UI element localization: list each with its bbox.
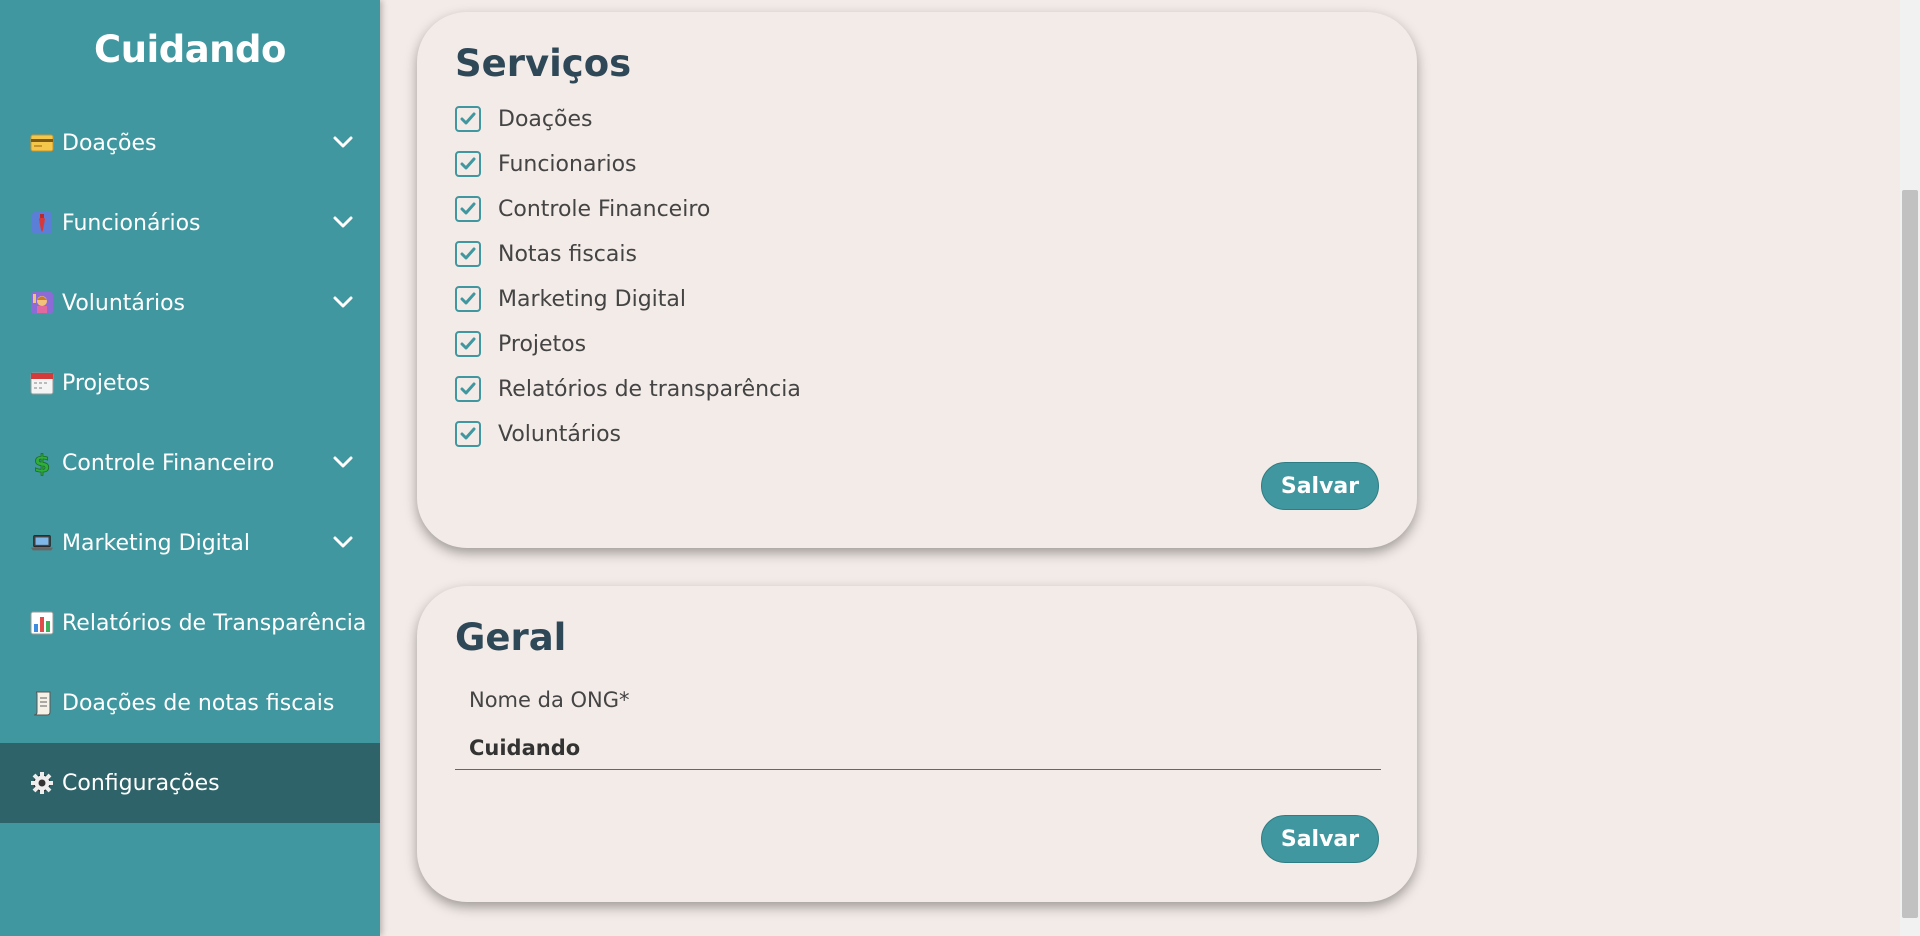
check-icon bbox=[460, 382, 476, 395]
general-card: Geral Nome da ONG* Salvar bbox=[417, 586, 1417, 902]
credit-card-icon bbox=[30, 131, 54, 155]
chevron-down-icon[interactable] bbox=[332, 531, 354, 553]
sidebar-item-label: Voluntários bbox=[62, 290, 185, 316]
services-card: Serviços Doações Funcionarios Controle F… bbox=[417, 12, 1417, 548]
check-icon bbox=[460, 112, 476, 125]
sidebar-item-label: Projetos bbox=[62, 370, 151, 396]
sidebar-item-label: Doações bbox=[62, 130, 157, 156]
scrollbar-thumb[interactable] bbox=[1902, 190, 1918, 918]
sidebar-item-doacoes-notas-fiscais[interactable]: Doações de notas fiscais bbox=[0, 663, 380, 743]
sidebar-item-label: Configurações bbox=[62, 770, 220, 796]
calendar-icon bbox=[30, 371, 54, 395]
general-title: Geral bbox=[455, 616, 567, 659]
check-icon bbox=[460, 427, 476, 440]
checkbox[interactable] bbox=[455, 241, 481, 267]
service-label: Notas fiscais bbox=[498, 241, 637, 267]
checkbox[interactable] bbox=[455, 376, 481, 402]
save-general-button[interactable]: Salvar bbox=[1261, 815, 1379, 863]
service-label: Funcionarios bbox=[498, 151, 637, 177]
sidebar-item-configuracoes[interactable]: Configurações bbox=[0, 743, 380, 823]
scrollbar[interactable] bbox=[1900, 0, 1920, 936]
sidebar-item-label: Controle Financeiro bbox=[62, 450, 275, 476]
svg-text:$: $ bbox=[34, 450, 51, 476]
checkbox[interactable] bbox=[455, 151, 481, 177]
sidebar-item-voluntarios[interactable]: Voluntários bbox=[0, 263, 380, 343]
service-label: Doações bbox=[498, 106, 593, 132]
service-label: Voluntários bbox=[498, 421, 621, 447]
service-checkbox-projetos[interactable]: Projetos bbox=[455, 328, 586, 360]
service-checkbox-marketing-digital[interactable]: Marketing Digital bbox=[455, 283, 686, 315]
check-icon bbox=[460, 337, 476, 350]
sidebar: Cuidando Doações Funcionários Voluntário… bbox=[0, 0, 380, 936]
service-checkbox-relatorios[interactable]: Relatórios de transparência bbox=[455, 373, 801, 405]
raising-hand-person-icon bbox=[30, 291, 54, 315]
checkbox[interactable] bbox=[455, 286, 481, 312]
dollar-sign-icon: $ bbox=[30, 450, 54, 476]
check-icon bbox=[460, 202, 476, 215]
necktie-icon bbox=[30, 211, 54, 235]
sidebar-item-doacoes[interactable]: Doações bbox=[0, 103, 380, 183]
sidebar-item-marketing-digital[interactable]: Marketing Digital bbox=[0, 503, 380, 583]
check-icon bbox=[460, 157, 476, 170]
chevron-down-icon[interactable] bbox=[332, 211, 354, 233]
check-icon bbox=[460, 247, 476, 260]
service-checkbox-funcionarios[interactable]: Funcionarios bbox=[455, 148, 637, 180]
services-title: Serviços bbox=[455, 42, 632, 85]
service-checkbox-controle-financeiro[interactable]: Controle Financeiro bbox=[455, 193, 710, 225]
sidebar-item-relatorios[interactable]: Relatórios de Transparência bbox=[0, 583, 380, 663]
check-icon bbox=[460, 292, 476, 305]
checkbox[interactable] bbox=[455, 331, 481, 357]
sidebar-item-controle-financeiro[interactable]: $ Controle Financeiro bbox=[0, 423, 380, 503]
service-label: Projetos bbox=[498, 331, 587, 357]
checkbox[interactable] bbox=[455, 196, 481, 222]
ong-name-input[interactable] bbox=[455, 726, 1381, 770]
save-services-button[interactable]: Salvar bbox=[1261, 462, 1379, 510]
brand-title: Cuidando bbox=[94, 28, 286, 71]
sidebar-item-label: Doações de notas fiscais bbox=[62, 690, 335, 716]
ong-name-label: Nome da ONG* bbox=[469, 688, 630, 712]
receipt-scroll-icon bbox=[30, 691, 54, 716]
service-checkbox-notas-fiscais[interactable]: Notas fiscais bbox=[455, 238, 637, 270]
chevron-down-icon[interactable] bbox=[332, 131, 354, 153]
sidebar-item-label: Marketing Digital bbox=[62, 530, 250, 556]
service-label: Relatórios de transparência bbox=[498, 376, 801, 402]
checkbox[interactable] bbox=[455, 421, 481, 447]
sidebar-item-label: Relatórios de Transparência bbox=[62, 610, 367, 636]
sidebar-item-projetos[interactable]: Projetos bbox=[0, 343, 380, 423]
service-label: Controle Financeiro bbox=[498, 196, 711, 222]
chevron-down-icon[interactable] bbox=[332, 451, 354, 473]
service-checkbox-doacoes[interactable]: Doações bbox=[455, 103, 592, 135]
sidebar-item-label: Funcionários bbox=[62, 210, 201, 236]
checkbox[interactable] bbox=[455, 106, 481, 132]
sidebar-item-funcionarios[interactable]: Funcionários bbox=[0, 183, 380, 263]
gear-icon bbox=[30, 771, 54, 795]
bar-chart-icon bbox=[30, 611, 54, 635]
service-label: Marketing Digital bbox=[498, 286, 686, 312]
service-checkbox-voluntarios[interactable]: Voluntários bbox=[455, 418, 621, 450]
laptop-icon bbox=[30, 531, 54, 555]
chevron-down-icon[interactable] bbox=[332, 291, 354, 313]
